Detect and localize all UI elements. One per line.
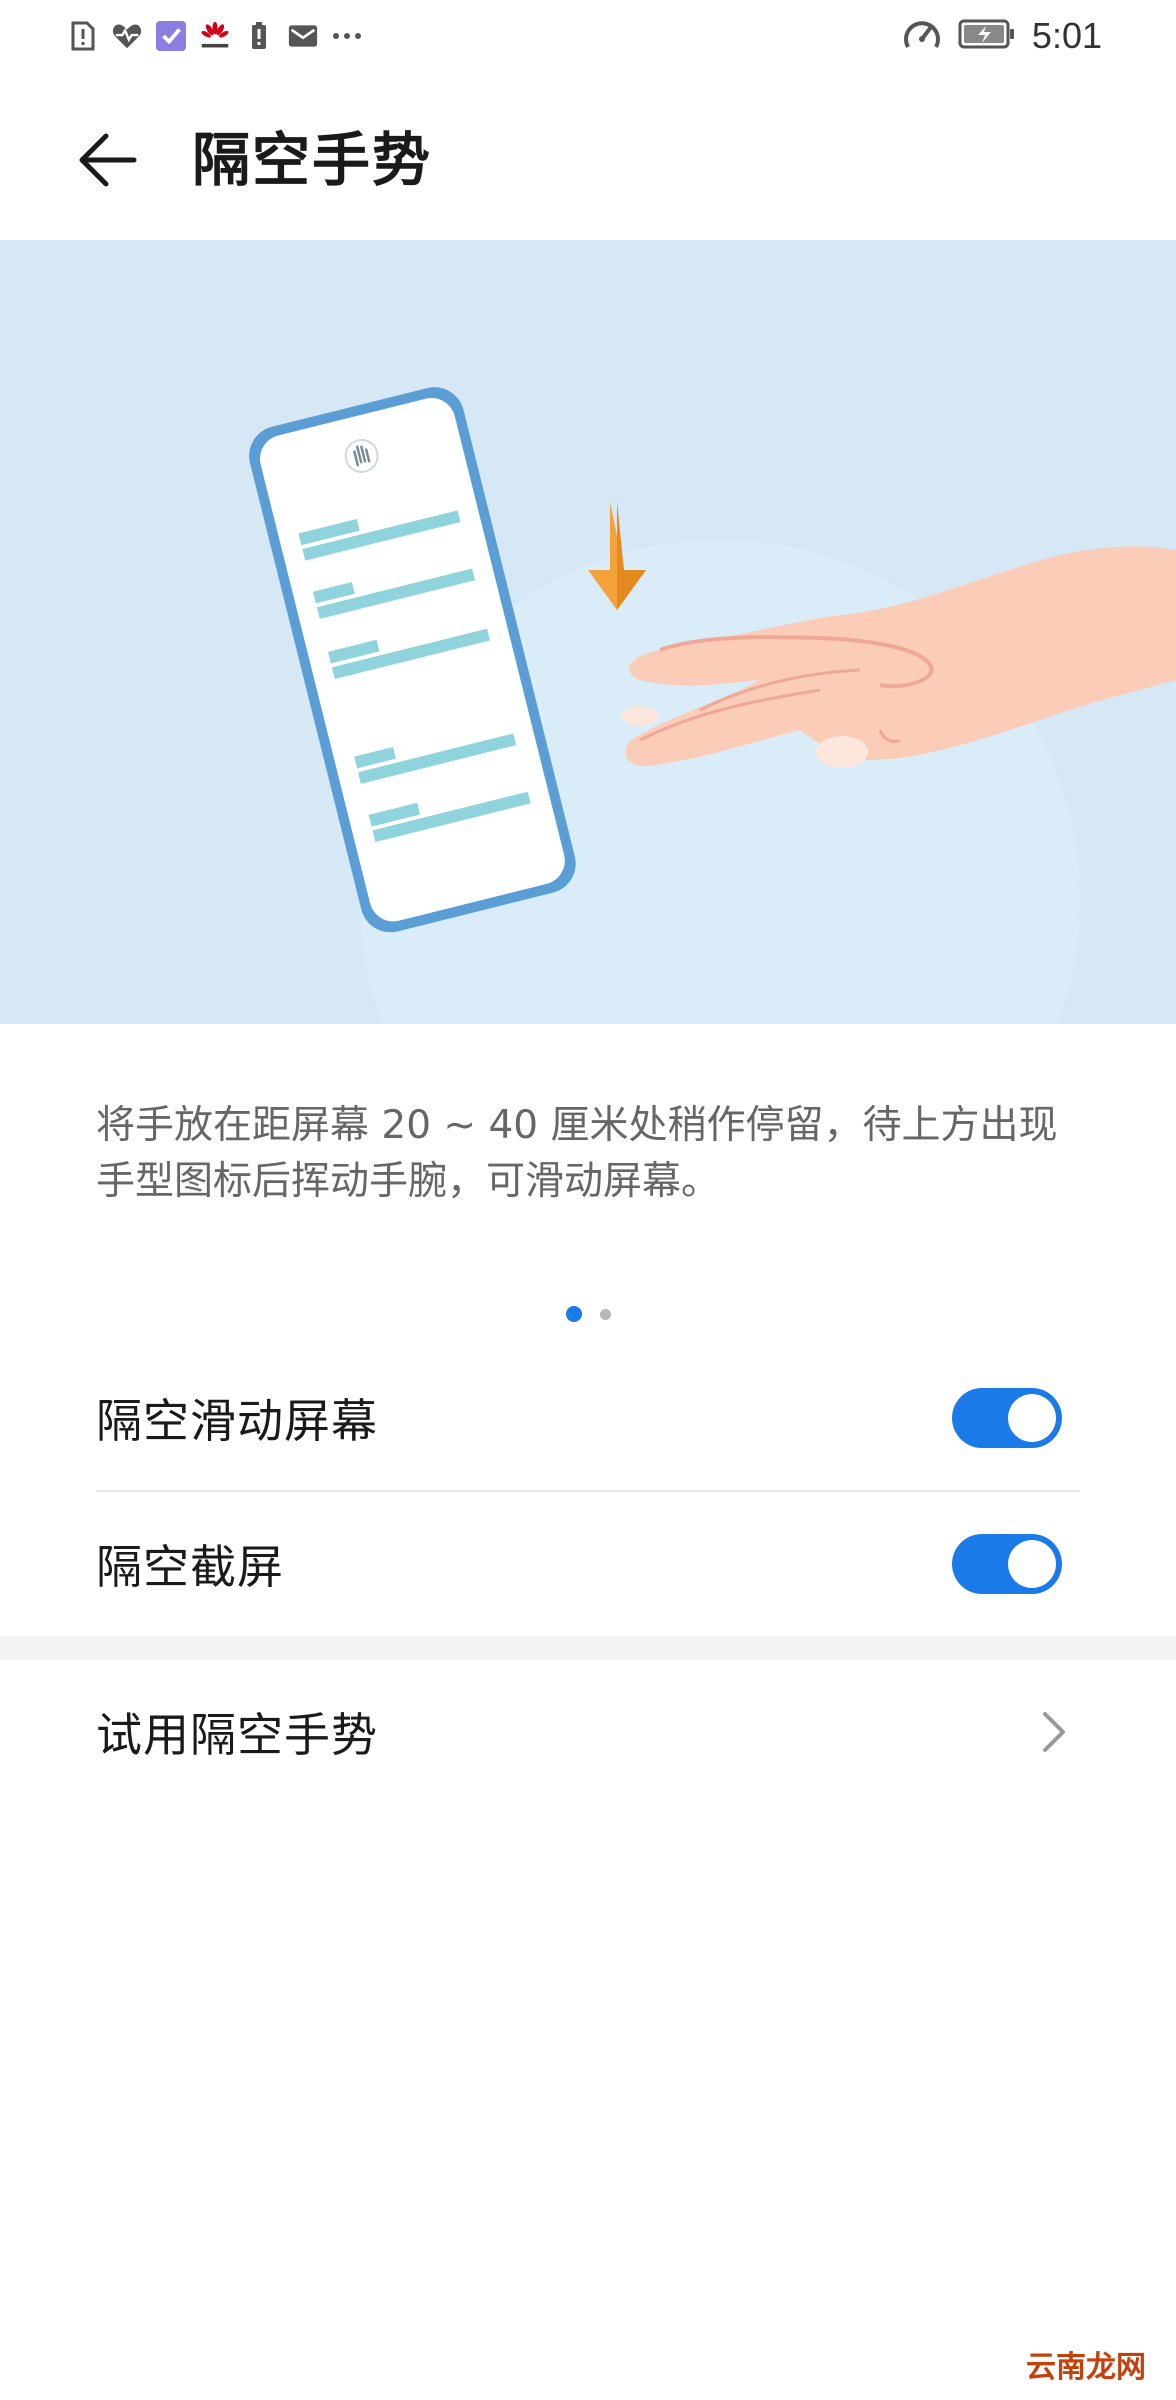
app-bar: 隔空手势 — [0, 72, 1176, 240]
air-screenshot-toggle[interactable] — [952, 1534, 1062, 1594]
toggle-knob — [1008, 1540, 1056, 1588]
health-heart-icon — [112, 21, 142, 51]
pager-dot-active[interactable] — [565, 1306, 582, 1322]
back-arrow-icon — [79, 133, 137, 187]
try-gestures-label: 试用隔空手势 — [96, 1708, 378, 1762]
setting-label-air-screenshot: 隔空截屏 — [96, 1540, 284, 1594]
mail-icon — [288, 21, 318, 51]
toggle-knob — [1008, 1394, 1056, 1442]
more-dots-icon — [332, 21, 362, 51]
back-button[interactable] — [60, 112, 156, 208]
chevron-right-icon — [1034, 1702, 1074, 1762]
battery-small-icon — [244, 21, 274, 51]
checklist-app-icon — [156, 21, 186, 51]
watermark-logo: 云南龙网 — [1026, 2350, 1146, 2385]
huawei-logo-icon — [200, 21, 230, 51]
alert-sim-icon — [68, 21, 98, 51]
setting-row-air-screenshot[interactable]: 隔空截屏 — [96, 1492, 1080, 1636]
page-indicator — [0, 1304, 1176, 1324]
setting-label-air-scroll: 隔空滑动屏幕 — [96, 1394, 378, 1448]
try-gestures-row[interactable]: 试用隔空手势 — [96, 1660, 1080, 1804]
status-bar: 5:01 — [0, 0, 1176, 72]
gesture-illustration — [0, 240, 1176, 1024]
air-scroll-toggle[interactable] — [952, 1388, 1062, 1448]
speed-gauge-icon — [902, 15, 942, 57]
setting-row-air-scroll[interactable]: 隔空滑动屏幕 — [96, 1346, 1080, 1490]
gesture-description: 将手放在距屏幕 20 ~ 40 厘米处稍作停留，待上方出现手型图标后挥动手腕，可… — [96, 1103, 1058, 1204]
page-title: 隔空手势 — [192, 126, 433, 194]
status-time: 5:01 — [1031, 15, 1102, 56]
battery-charging-icon — [958, 18, 1016, 54]
notification-icons — [68, 16, 362, 56]
pager-dot[interactable] — [599, 1308, 611, 1320]
system-icons: 5:01 — [902, 14, 1102, 58]
section-separator — [0, 1636, 1176, 1660]
